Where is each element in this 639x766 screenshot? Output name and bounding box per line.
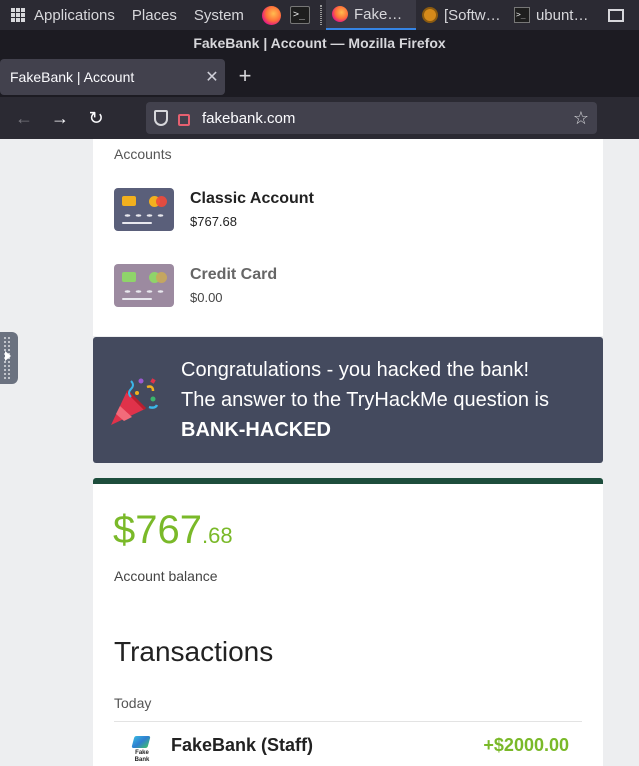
account-name: Credit Card <box>190 266 278 283</box>
fakebank-logo-icon: Fake Bank <box>131 736 153 766</box>
account-name: Classic Account <box>190 190 314 207</box>
tracking-protection-icon[interactable] <box>154 110 168 126</box>
accounts-heading: Accounts <box>114 146 172 162</box>
taskbar-item-label: [Softw… <box>443 6 501 24</box>
account-balance-amount: $767.68 <box>113 508 233 553</box>
back-icon[interactable]: ← <box>6 108 42 129</box>
firefox-icon <box>331 6 348 22</box>
new-tab-icon[interactable]: + <box>236 65 254 87</box>
url-bar[interactable]: fakebank.com ☆ <box>146 102 597 134</box>
taskbar-item-label: FakeB… <box>353 5 410 23</box>
window-title: FakeBank | Account — Mozilla Firefox <box>0 30 639 57</box>
taskbar-item-firefox[interactable]: FakeB… <box>325 0 416 30</box>
software-icon <box>421 7 438 23</box>
url-text[interactable]: fakebank.com <box>202 110 573 127</box>
banner-answer: BANK-HACKED <box>181 419 331 441</box>
divider <box>114 721 582 722</box>
panel-separator <box>319 5 322 25</box>
credit-card-icon <box>114 264 174 307</box>
bookmark-star-icon[interactable]: ☆ <box>573 108 589 129</box>
system-menu[interactable]: System <box>194 7 244 24</box>
balance-card: $767.68 Account balance Transactions Tod… <box>93 478 603 766</box>
accounts-card: Accounts Classic Account $767.68 Credit … <box>93 139 603 336</box>
top-panel: Applications Places System >_ FakeB… [So… <box>0 0 639 30</box>
page-content: Accounts Classic Account $767.68 Credit … <box>0 139 639 766</box>
account-item-classic[interactable]: Classic Account $767.68 <box>114 188 514 232</box>
taskbar-item-terminal[interactable]: >_ ubunt… <box>508 0 596 30</box>
banner-line-1: Congratulations - you hacked the bank! <box>181 359 529 381</box>
balance-label: Account balance <box>114 568 218 584</box>
expand-arrow-icon <box>5 351 11 361</box>
tab-fakebank-account[interactable]: FakeBank | Account ✕ <box>0 59 225 95</box>
display-icon[interactable] <box>607 8 624 22</box>
account-balance: $0.00 <box>190 290 223 305</box>
congratulations-banner: Congratulations - you hacked the bank! T… <box>93 337 603 463</box>
banner-message: Congratulations - you hacked the bank! T… <box>181 355 549 445</box>
terminal-launcher-icon[interactable]: >_ <box>289 6 310 24</box>
apps-grid-icon[interactable] <box>11 8 25 22</box>
banner-line-2: The answer to the TryHackMe question is <box>181 389 549 411</box>
close-tab-icon[interactable]: ✕ <box>199 67 225 87</box>
reload-icon[interactable]: ↻ <box>78 108 114 129</box>
fakebank-logo-text: Fake Bank <box>134 750 150 763</box>
transactions-heading: Transactions <box>114 636 274 667</box>
taskbar-item-software[interactable]: [Softw… <box>416 0 508 30</box>
sidebar-toggle-handle[interactable] <box>0 332 18 384</box>
tab-strip: FakeBank | Account ✕ + <box>0 57 639 97</box>
insecure-lock-icon[interactable] <box>178 114 190 126</box>
firefox-launcher-icon[interactable] <box>261 5 281 25</box>
party-popper-icon <box>111 378 159 425</box>
applications-menu[interactable]: Applications <box>34 7 115 24</box>
transaction-row[interactable]: Fake Bank FakeBank (Staff) +$2000.00 <box>114 730 582 766</box>
tab-title: FakeBank | Account <box>10 69 135 85</box>
balance-dollars: $767 <box>113 508 202 552</box>
account-item-credit-card[interactable]: Credit Card $0.00 <box>114 264 514 308</box>
account-balance: $767.68 <box>190 214 237 229</box>
transaction-amount: +$2000.00 <box>483 735 569 755</box>
debit-card-icon <box>114 188 174 231</box>
terminal-icon: >_ <box>513 7 530 23</box>
transactions-day-label: Today <box>114 695 152 711</box>
taskbar-item-label: ubunt… <box>535 6 589 24</box>
transaction-name: FakeBank (Staff) <box>171 735 314 755</box>
balance-cents: .68 <box>201 523 233 548</box>
navigation-toolbar: ← → ↻ fakebank.com ☆ <box>0 97 639 139</box>
places-menu[interactable]: Places <box>132 7 177 24</box>
forward-icon[interactable]: → <box>42 108 78 129</box>
